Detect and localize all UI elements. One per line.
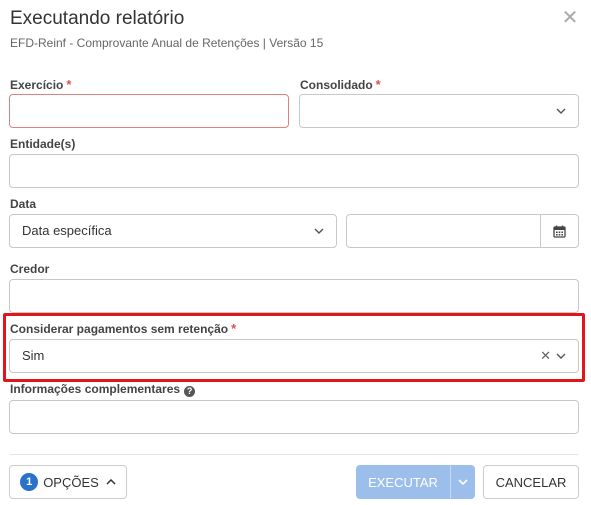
informacoes-label-text: Informações complementares bbox=[10, 382, 181, 396]
options-label: OPÇÕES bbox=[43, 474, 99, 490]
help-icon[interactable]: ? bbox=[184, 386, 196, 397]
exercicio-label: Exercício * bbox=[10, 77, 71, 92]
considerar-label: Considerar pagamentos sem retenção * bbox=[10, 321, 236, 336]
consolidado-select[interactable] bbox=[299, 94, 579, 128]
chevron-down-icon[interactable] bbox=[556, 95, 568, 127]
options-count-badge: 1 bbox=[20, 473, 39, 491]
close-icon[interactable]: ✕ bbox=[560, 8, 580, 28]
chevron-down-icon[interactable] bbox=[314, 215, 326, 247]
footer-divider bbox=[10, 454, 578, 455]
entidades-label: Entidade(s) bbox=[10, 137, 76, 151]
required-mark: * bbox=[375, 77, 381, 92]
credor-input[interactable] bbox=[9, 279, 579, 313]
dialog-title: Executando relatório bbox=[10, 8, 185, 29]
cancel-button[interactable]: CANCELAR bbox=[483, 465, 579, 499]
date-input[interactable] bbox=[346, 214, 579, 248]
informacoes-label: Informações complementares? bbox=[10, 382, 196, 397]
consolidado-label: Consolidado * bbox=[300, 77, 381, 92]
required-mark: * bbox=[66, 77, 72, 92]
exercicio-label-text: Exercício bbox=[10, 78, 64, 92]
exercicio-input[interactable] bbox=[9, 94, 289, 128]
chevron-down-icon[interactable] bbox=[556, 340, 568, 372]
consolidado-label-text: Consolidado bbox=[300, 78, 373, 92]
dialog-subtitle: EFD-Reinf - Comprovante Anual de Retençõ… bbox=[10, 36, 324, 50]
informacoes-input[interactable] bbox=[9, 400, 579, 434]
calendar-icon[interactable] bbox=[540, 215, 578, 247]
execute-button[interactable]: EXECUTAR bbox=[356, 465, 450, 499]
considerar-select[interactable]: Sim ✕ bbox=[9, 339, 579, 373]
clear-icon[interactable]: ✕ bbox=[540, 340, 551, 372]
required-mark: * bbox=[231, 321, 237, 336]
data-label: Data bbox=[10, 197, 37, 211]
chevron-down-icon bbox=[457, 479, 468, 485]
considerar-label-text: Considerar pagamentos sem retenção bbox=[10, 322, 229, 336]
options-button[interactable]: 1 OPÇÕES bbox=[9, 465, 127, 499]
considerar-value: Sim bbox=[22, 348, 45, 363]
data-type-select[interactable]: Data específica bbox=[9, 214, 337, 248]
execute-dropdown-button[interactable] bbox=[450, 465, 475, 499]
chevron-up-icon bbox=[106, 479, 116, 485]
credor-label: Credor bbox=[10, 262, 50, 276]
data-type-value: Data específica bbox=[22, 223, 112, 238]
entidades-input[interactable] bbox=[9, 154, 579, 188]
